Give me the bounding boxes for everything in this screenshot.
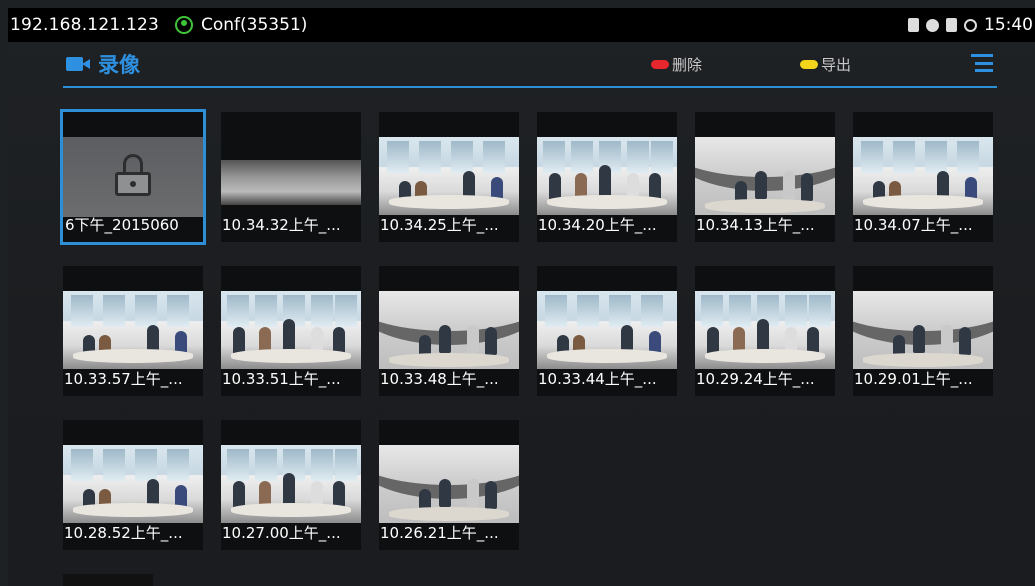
recording-label: 10.33.57上午_... [64,370,183,388]
video-thumbnail [63,445,203,523]
sd-card-icon [908,18,919,32]
sync-ring-icon [964,18,977,32]
recording-label: 10.29.01上午_... [854,370,973,388]
recording-label: 10.34.25上午_... [380,216,499,234]
recording-label: 10.34.13上午_... [696,216,815,234]
video-thumbnail [695,137,835,215]
recording-label: 10.28.52上午_... [64,524,183,542]
status-icons: 15:40 [908,15,1035,35]
video-thumbnail [221,445,361,523]
recordings-screen: 192.168.121.123 Conf(35351) 15:40 录像 删除 … [8,8,1035,586]
recording-item[interactable]: 10.34.20上午_... [537,112,677,242]
locked-thumbnail [63,137,203,217]
ip-address: 192.168.121.123 [10,15,160,35]
conference-user-icon [175,16,194,34]
red-dot-icon [651,60,669,69]
recording-item[interactable]: 10.27.00上午_... [221,420,361,550]
recording-item[interactable]: 10.33.44上午_... [537,266,677,396]
recording-item[interactable]: 10.34.13上午_... [695,112,835,242]
recording-label: 10.33.48上午_... [380,370,499,388]
recording-label: 10.34.32上午_... [222,216,341,234]
recording-item[interactable]: 6下午_2015060 [60,109,206,245]
recording-label: 10.34.20上午_... [538,216,657,234]
recording-label: 10.26.21上午_... [380,524,499,542]
lock-icon [115,154,151,196]
video-thumbnail [853,291,993,369]
recording-item[interactable]: 10.34.32上午_... [221,112,361,242]
recording-label: 10.33.51上午_... [222,370,341,388]
sim-icon [946,18,957,32]
recording-label: 10.34.07上午_... [854,216,973,234]
conference-id: Conf(35351) [201,15,308,35]
recording-item[interactable]: 10.29.24上午_... [695,266,835,396]
video-thumbnail [63,291,203,369]
export-label: 导出 [821,56,852,74]
recording-item[interactable]: 10.29.01上午_... [853,266,993,396]
recording-label: 6下午_2015060 [65,216,179,234]
recording-item[interactable]: 10.34.25上午_... [379,112,519,242]
video-thumbnail [379,137,519,215]
delete-label: 删除 [672,56,703,74]
page-title: 录像 [98,53,140,77]
recording-item[interactable]: 10.26.21上午_... [379,420,519,550]
page-header: 录像 删除 导出 [63,42,997,88]
bluetooth-icon [926,18,939,32]
recording-item[interactable]: 10.33.48上午_... [379,266,519,396]
video-thumbnail [537,291,677,369]
video-thumbnail [379,291,519,369]
video-thumbnail [853,137,993,215]
video-thumbnail [537,137,677,215]
menu-icon[interactable] [971,54,993,72]
video-thumbnail [221,160,361,205]
video-thumbnail [221,291,361,369]
export-button[interactable]: 导出 [800,54,851,75]
recording-label: 10.27.00上午_... [222,524,341,542]
recording-item[interactable]: 10.33.57上午_... [63,266,203,396]
video-thumbnail [379,445,519,523]
status-bar: 192.168.121.123 Conf(35351) 15:40 [8,8,1035,42]
clock: 15:40 [984,15,1033,35]
video-thumbnail [695,291,835,369]
recording-label: 10.33.44上午_... [538,370,657,388]
delete-button[interactable]: 删除 [651,54,702,75]
recording-label: 10.29.24上午_... [696,370,815,388]
partial-tile [63,574,153,586]
video-camera-icon [66,57,90,71]
recording-item[interactable]: 10.28.52上午_... [63,420,203,550]
recording-item[interactable]: 10.34.07上午_... [853,112,993,242]
recording-item[interactable]: 10.33.51上午_... [221,266,361,396]
yellow-dot-icon [800,60,818,69]
